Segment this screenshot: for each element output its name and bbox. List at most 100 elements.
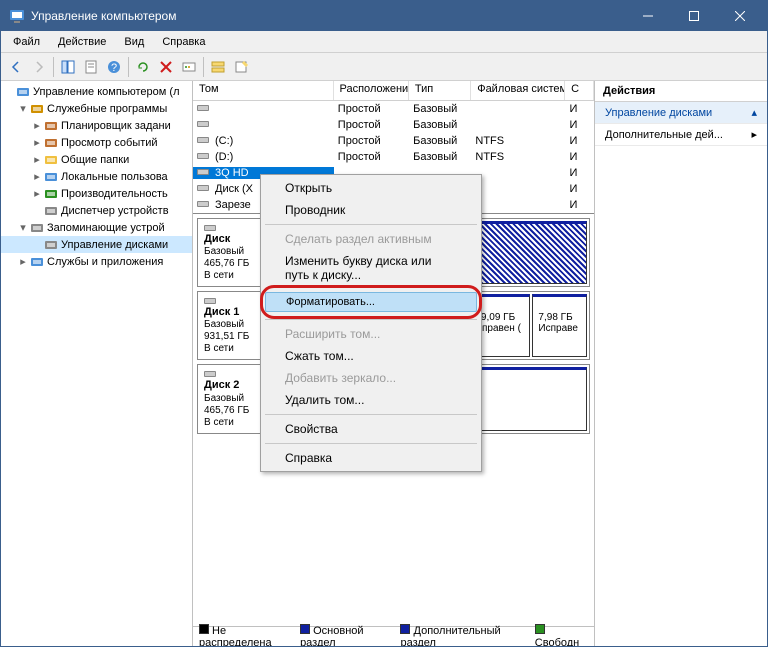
maximize-button[interactable] [671,1,717,31]
computer-icon [15,84,31,100]
volume-row[interactable]: ПростойБазовыйИ [193,101,594,117]
tree-node[interactable]: Управление дисками [1,236,192,253]
tree-twisty[interactable]: ▸ [17,255,29,268]
volume-row[interactable]: ПростойБазовыйИ [193,117,594,133]
users-icon [43,169,59,185]
ctx-explorer[interactable]: Проводник [263,199,479,221]
collapse-icon: ▴ [751,106,757,119]
tree-node[interactable]: Управление компьютером (л [1,83,192,100]
actions-header: Действия [595,81,767,102]
actions-pane: Действия Управление дисками ▴ Дополнител… [595,81,767,646]
event-icon [43,135,59,151]
tree-label: Службы и приложения [47,256,163,268]
ctx-change-letter[interactable]: Изменить букву диска или путь к диску... [263,250,479,286]
tree-label: Планировщик задани [61,120,171,132]
volume-header: ТомРасположениеТипФайловая системаС [193,81,594,101]
ctx-open[interactable]: Открыть [263,177,479,199]
tree-node[interactable]: ▸ Планировщик задани [1,117,192,134]
close-button[interactable] [717,1,763,31]
tree-twisty[interactable]: ▸ [31,187,43,200]
column-header[interactable]: Тип [409,81,471,100]
properties-button[interactable] [80,56,102,78]
volume-icon [197,183,211,195]
column-header[interactable]: Расположение [334,81,409,100]
window-title: Управление компьютером [31,9,625,23]
help-button[interactable]: ? [103,56,125,78]
volume-icon [197,167,211,179]
volume-row[interactable]: (C:)ПростойБазовыйNTFSИ [193,133,594,149]
actions-more[interactable]: Дополнительные дей... ▸ [595,124,767,146]
tree-label: Локальные пользова [61,171,168,183]
ctx-active: Сделать раздел активным [263,228,479,250]
legend-item: Не распределена [199,624,294,646]
legend-swatch [400,624,410,634]
settings-button[interactable] [178,56,200,78]
refresh-button[interactable] [132,56,154,78]
ctx-help[interactable]: Справка [263,447,479,469]
tree-label: Запоминающие устрой [47,222,165,234]
toolbar: ? [1,53,767,81]
volume-icon [197,199,211,211]
tree-twisty[interactable]: ▾ [17,102,29,115]
tree-node[interactable]: ▸ Службы и приложения [1,253,192,270]
volume-icon [197,151,211,163]
tree-twisty[interactable]: ▾ [17,221,29,234]
partition[interactable]: 7,98 ГБИсправе [532,294,587,357]
column-header[interactable]: Файловая система [471,81,565,100]
legend: Не распределена Основной раздел Дополнит… [193,626,594,646]
tree-pane[interactable]: Управление компьютером (л ▾Служебные прог… [1,81,193,646]
new-button[interactable] [230,56,252,78]
tree-twisty[interactable]: ▸ [31,153,43,166]
menu-file[interactable]: Файл [5,34,48,50]
perf-icon [43,186,59,202]
disk-icon [204,223,267,233]
titlebar[interactable]: Управление компьютером [1,1,767,31]
disk-list-button[interactable] [207,56,229,78]
show-hide-tree-button[interactable] [57,56,79,78]
column-header[interactable]: Том [193,81,334,100]
devmgr-icon [43,203,59,219]
legend-item: Дополнительный раздел [400,624,528,646]
legend-swatch [199,624,209,634]
tree-node[interactable]: ▸ Локальные пользова [1,168,192,185]
tree-node[interactable]: ▾Служебные программы [1,100,192,117]
nav-fwd-button[interactable] [28,56,50,78]
ctx-shrink[interactable]: Сжать том... [263,345,479,367]
ctx-delete[interactable]: Удалить том... [263,389,479,411]
disk-icon [204,296,267,306]
disk-icon [204,369,267,379]
tree-node[interactable]: Диспетчер устройств [1,202,192,219]
delete-button[interactable] [155,56,177,78]
volume-row[interactable]: (D:)ПростойБазовыйNTFSИ [193,149,594,165]
actions-main[interactable]: Управление дисками ▴ [595,102,767,124]
tree-node[interactable]: ▸Производительность [1,185,192,202]
context-menu: Открыть Проводник Сделать раздел активны… [260,174,482,472]
tree-node[interactable]: ▸Просмотр событий [1,134,192,151]
menu-action[interactable]: Действие [50,34,114,50]
menu-view[interactable]: Вид [116,34,152,50]
ctx-mirror: Добавить зеркало... [263,367,479,389]
tree-node[interactable]: ▾ Запоминающие устрой [1,219,192,236]
nav-back-button[interactable] [5,56,27,78]
tree-twisty[interactable]: ▸ [31,136,43,149]
services-icon [29,254,45,270]
tree-node[interactable]: ▸Общие папки [1,151,192,168]
ctx-extend: Расширить том... [263,323,479,345]
chevron-right-icon: ▸ [751,128,757,141]
column-header[interactable]: С [565,81,594,100]
menu-help[interactable]: Справка [154,34,213,50]
ctx-props[interactable]: Свойства [263,418,479,440]
volume-icon [197,119,211,131]
tools-icon [29,101,45,117]
ctx-format[interactable]: Форматировать... [263,288,479,316]
volume-icon [197,135,211,147]
legend-swatch [535,624,545,634]
legend-swatch [300,624,310,634]
tree-twisty[interactable]: ▸ [31,170,43,183]
tree-twisty[interactable]: ▸ [31,119,43,132]
volume-icon [197,103,211,115]
app-icon [9,8,25,24]
svg-text:?: ? [111,62,117,74]
minimize-button[interactable] [625,1,671,31]
tree-label: Управление компьютером (л [33,86,180,98]
